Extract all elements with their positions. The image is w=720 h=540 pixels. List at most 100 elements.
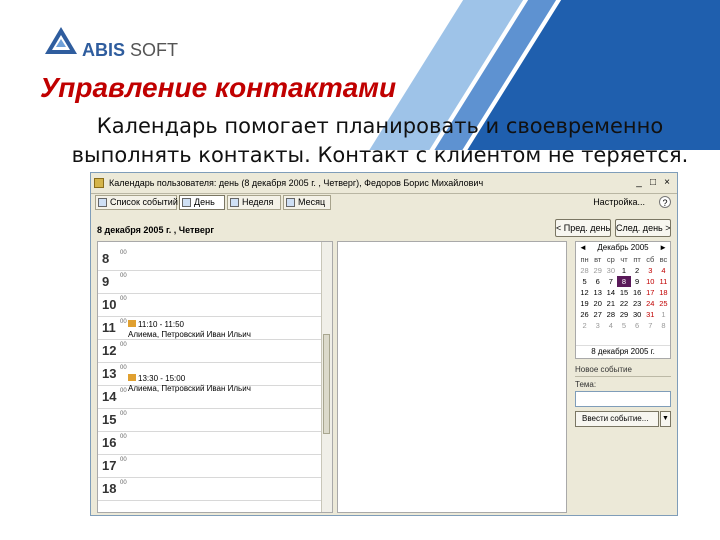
next-month-icon[interactable]: ► (659, 242, 667, 253)
calendar-day[interactable]: 2 (578, 320, 591, 331)
calendar-day[interactable]: 3 (591, 320, 604, 331)
hour-row[interactable]: 16 00 (98, 432, 324, 455)
event-time: 11:10 - 11:50 (138, 320, 184, 329)
minute-label: 00 (120, 296, 127, 302)
prev-day-button[interactable]: < Пред. день (555, 219, 611, 237)
window-title: Календарь пользователя: день (8 декабря … (109, 178, 484, 188)
calendar-grid: пн вт ср чт пт сб вс 28 29 30 1 2 3 4 5 6 7 8 9 10 11 12 13 14 1… (578, 254, 670, 331)
calendar-day[interactable]: 14 (604, 287, 617, 298)
calendar-day[interactable]: 25 (657, 298, 670, 309)
calendar-day[interactable]: 5 (578, 276, 591, 287)
schedule-scrollbar[interactable] (321, 242, 332, 512)
view-toolbar: Список событий День Неделя Месяц Настрой… (91, 194, 677, 212)
prev-month-icon[interactable]: ◄ (579, 242, 587, 253)
calendar-week: 12 13 14 15 16 17 18 (578, 287, 670, 298)
logo-brand: ABIS (82, 40, 126, 60)
weekday-label: сб (646, 255, 655, 264)
calendar-day[interactable]: 11 (657, 276, 670, 287)
minute-label: 00 (120, 388, 127, 394)
maximize-button[interactable]: □ (647, 177, 659, 189)
minute-label: 00 (120, 480, 127, 486)
calendar-day[interactable]: 8 (617, 276, 631, 287)
calendar-day[interactable]: 22 (617, 298, 630, 309)
calendar-day[interactable]: 24 (644, 298, 657, 309)
tab-week[interactable]: Неделя (227, 195, 281, 210)
month-icon (286, 198, 295, 207)
add-event-dropdown[interactable]: ▼ (660, 411, 671, 427)
calendar-day[interactable]: 30 (631, 309, 644, 320)
calendar-day[interactable]: 13 (591, 287, 604, 298)
hour-label: 9 (102, 274, 110, 289)
hour-row[interactable]: 17 00 (98, 455, 324, 478)
tab-event-list[interactable]: Список событий (95, 195, 178, 210)
tab-label: Месяц (298, 197, 326, 207)
calendar-day[interactable]: 4 (604, 320, 617, 331)
calendar-day[interactable]: 6 (591, 276, 604, 287)
scrollbar-thumb[interactable] (323, 334, 330, 434)
calendar-day[interactable]: 8 (657, 320, 670, 331)
calendar-day[interactable]: 2 (631, 265, 644, 276)
calendar-day[interactable]: 4 (657, 265, 670, 276)
calendar-day[interactable]: 28 (604, 309, 617, 320)
calendar-day[interactable]: 17 (644, 287, 657, 298)
hour-label: 16 (102, 435, 117, 450)
hour-row[interactable]: 9 00 (98, 271, 324, 294)
calendar-day[interactable]: 19 (578, 298, 591, 309)
settings-button[interactable]: Настройка... (593, 197, 645, 207)
next-day-button[interactable]: След. день > (615, 219, 671, 237)
calendar-day[interactable]: 26 (578, 309, 591, 320)
calendar-week: 19 20 21 22 23 24 25 (578, 298, 670, 309)
calendar-day[interactable]: 7 (604, 276, 617, 287)
calendar-day[interactable]: 6 (631, 320, 644, 331)
calendar-day[interactable]: 12 (578, 287, 591, 298)
calendar-day[interactable]: 31 (644, 309, 657, 320)
tab-day[interactable]: День (179, 195, 225, 210)
hour-row[interactable]: 12 00 (98, 340, 324, 363)
calendar-day[interactable]: 27 (591, 309, 604, 320)
calendar-day[interactable]: 1 (617, 265, 630, 276)
day-schedule[interactable]: 8 00 9 00 10 00 11 00 12 00 13 00 14 00 15 00 16… (97, 241, 333, 513)
calendar-day[interactable]: 5 (617, 320, 630, 331)
calendar-day[interactable]: 7 (644, 320, 657, 331)
hour-row[interactable]: 10 00 (98, 294, 324, 317)
calendar-day[interactable]: 20 (591, 298, 604, 309)
close-button[interactable]: × (661, 177, 673, 189)
calendar-day[interactable]: 30 (604, 265, 617, 276)
tab-label: День (194, 197, 215, 207)
calendar-day[interactable]: 21 (604, 298, 617, 309)
phone-event-icon (128, 320, 136, 327)
add-event-button[interactable]: Ввести событие... (575, 411, 659, 427)
calendar-day[interactable]: 29 (617, 309, 630, 320)
minute-label: 00 (120, 457, 127, 463)
hour-row[interactable]: 8 00 (98, 248, 324, 271)
calendar-month-label: Декабрь 2005 (597, 243, 649, 252)
minimize-button[interactable]: _ (633, 177, 645, 189)
calendar-day[interactable]: 29 (591, 265, 604, 276)
calendar-day[interactable]: 15 (617, 287, 630, 298)
calendar-day[interactable]: 28 (578, 265, 591, 276)
calendar-today-label[interactable]: 8 декабря 2005 г. (576, 345, 670, 357)
calendar-day[interactable]: 3 (644, 265, 657, 276)
window-titlebar[interactable]: Календарь пользователя: день (8 декабря … (91, 173, 677, 194)
event-item[interactable]: 11:10 - 11:50 Алиема, Петровский Иван Ил… (128, 320, 318, 340)
hour-row[interactable]: 18 00 (98, 478, 324, 501)
event-item[interactable]: 13:30 - 15:00 Алиема, Петровский Иван Ил… (128, 374, 318, 394)
subject-input[interactable] (575, 391, 671, 407)
calendar-day[interactable]: 9 (631, 276, 644, 287)
calendar-day[interactable]: 10 (644, 276, 657, 287)
tab-month[interactable]: Месяц (283, 195, 331, 210)
event-details-pane (337, 241, 567, 513)
calendar-day[interactable]: 23 (631, 298, 644, 309)
calendar-day[interactable]: 16 (631, 287, 644, 298)
calendar-day[interactable]: 18 (657, 287, 670, 298)
help-button[interactable]: ? (659, 196, 671, 208)
weekday-label: пт (633, 255, 641, 264)
hour-row[interactable]: 15 00 (98, 409, 324, 432)
current-date-heading: 8 декабря 2005 г. , Четверг (97, 225, 215, 235)
event-time: 13:30 - 15:00 (138, 374, 186, 383)
minute-label: 00 (120, 319, 127, 325)
tab-label: Список событий (110, 197, 178, 207)
calendar-day[interactable]: 1 (657, 309, 670, 320)
weekday-label: вс (659, 255, 668, 264)
month-calendar[interactable]: ◄ Декабрь 2005 ► пн вт ср чт пт сб вс 28 29 30 1 2 3… (575, 241, 671, 359)
